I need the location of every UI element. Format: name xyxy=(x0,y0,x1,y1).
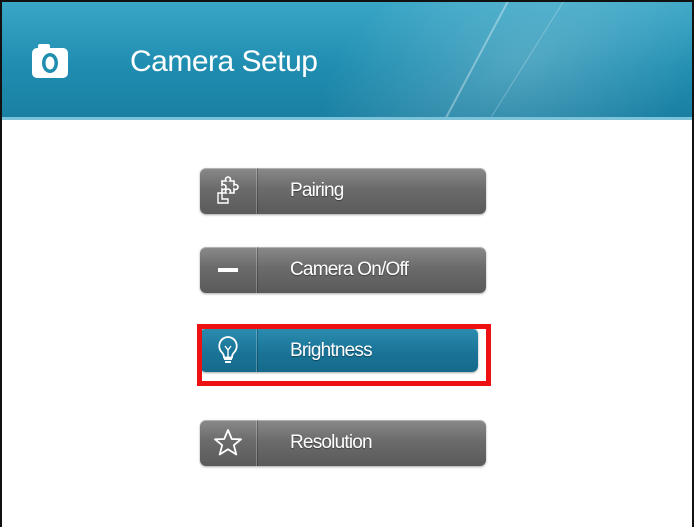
resolution-button[interactable]: Resolution xyxy=(200,420,486,466)
brightness-label: Brightness xyxy=(290,340,373,361)
brightness-button[interactable]: Brightness xyxy=(200,328,478,372)
header-bar: Camera Setup xyxy=(2,2,692,120)
camera-on-off-label: Camera On/Off xyxy=(290,259,409,280)
camera-setup-screen: Camera Setup Pairing Camera On/Off Brigh… xyxy=(0,0,694,527)
resolution-label: Resolution xyxy=(290,432,373,453)
camera-icon xyxy=(32,44,68,78)
pairing-button[interactable]: Pairing xyxy=(200,168,486,214)
camera-on-off-button[interactable]: Camera On/Off xyxy=(200,247,486,293)
page-title: Camera Setup xyxy=(130,45,318,78)
star-icon xyxy=(214,429,242,456)
lightbulb-icon xyxy=(218,336,238,363)
puzzle-icon xyxy=(217,176,239,204)
pairing-label: Pairing xyxy=(290,180,344,201)
toggle-icon xyxy=(218,268,238,272)
